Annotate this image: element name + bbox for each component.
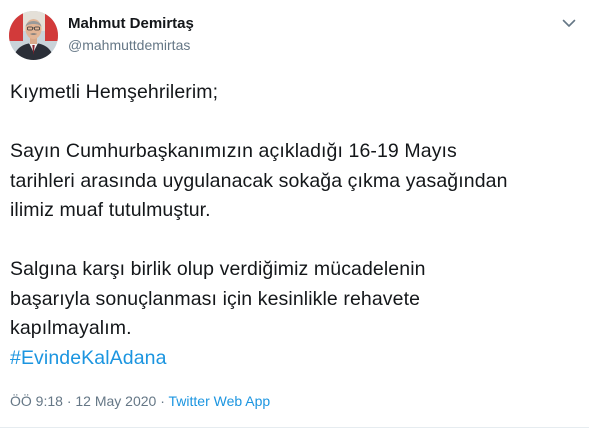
tweet-line: kapılmayalım.: [10, 317, 132, 339]
tweet-metadata: ÖÖ 9:18 · 12 May 2020 · Twitter Web App: [10, 392, 270, 410]
chevron-down-icon[interactable]: [561, 15, 577, 31]
tweet-source-link[interactable]: Twitter Web App: [169, 393, 271, 409]
tweet-line: Salgına karşı birlik olup verdiğimiz müc…: [10, 258, 426, 280]
profile-photo-icon: [9, 11, 58, 60]
author-name[interactable]: Mahmut Demirtaş: [68, 15, 194, 33]
tweet-line: tarihleri arasında uygulanacak sokağa çı…: [10, 169, 508, 192]
tweet-card: Mahmut Demirtaş @mahmuttdemirtas Kıymetl…: [0, 0, 589, 428]
tweet-text: Kıymetli Hemşehrilerim; Sayın Cumhurbaşk…: [10, 78, 575, 373]
tweet-line: başarıyla sonuçlanması için kesinlikle r…: [10, 287, 421, 310]
tweet-time[interactable]: ÖÖ 9:18: [10, 393, 63, 409]
hashtag-link[interactable]: #EvindeKalAdana: [10, 347, 167, 369]
avatar[interactable]: [9, 11, 58, 60]
tweet-line: Sayın Cumhurbaşkanımızın açıkladığı 16-1…: [10, 140, 457, 162]
meta-separator: ·: [66, 393, 72, 409]
tweet-line: Kıymetli Hemşehrilerim;: [10, 81, 219, 103]
tweet-line: ilimiz muaf tutulmuştur.: [10, 199, 211, 221]
tweet-date[interactable]: 12 May 2020: [75, 393, 156, 409]
meta-separator: ·: [160, 393, 165, 409]
author-handle[interactable]: @mahmuttdemirtas: [68, 36, 190, 54]
